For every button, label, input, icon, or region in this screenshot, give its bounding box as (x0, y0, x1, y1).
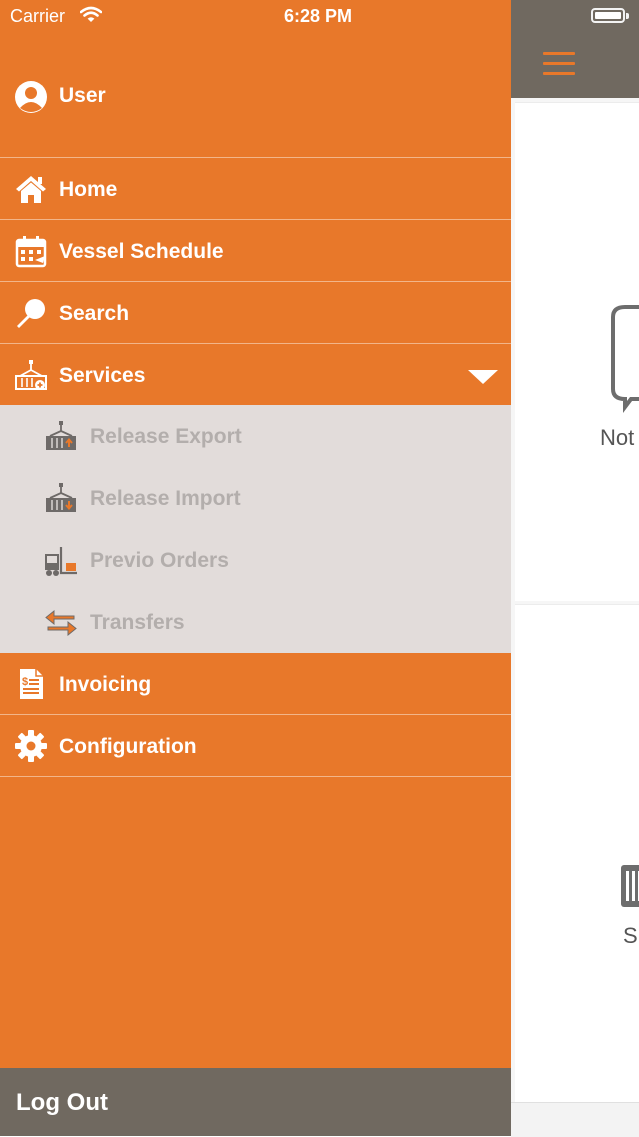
transfer-arrows-icon (45, 609, 77, 637)
card-label: Not (600, 425, 635, 450)
menu-item-label: Search (59, 302, 130, 325)
services-submenu: Release Export Release Import Previo Ord… (0, 405, 511, 653)
menu-item-label: Home (59, 178, 118, 201)
card-label: S (623, 923, 638, 948)
search-icon (17, 299, 45, 328)
user-profile-row[interactable]: User (0, 34, 511, 158)
invoice-icon: $ (20, 669, 43, 699)
crane-container-icon (15, 360, 47, 390)
carrier-label: Carrier (10, 6, 66, 26)
submenu-item-label: Release Import (90, 487, 241, 510)
user-circle-icon (15, 81, 47, 113)
menu-item-services[interactable]: Services (0, 344, 511, 406)
submenu-item-release-import[interactable]: Release Import (0, 467, 511, 529)
menu-item-configuration[interactable]: Configuration (0, 715, 511, 777)
status-bar: Carrier 6:28 PM (0, 0, 639, 34)
user-name: User (59, 84, 106, 107)
dashboard-card-notifications[interactable]: Not (515, 102, 639, 601)
forklift-icon (45, 547, 77, 576)
clock: 6:28 PM (284, 6, 353, 26)
gear-icon (15, 730, 47, 762)
submenu-item-release-export[interactable]: Release Export (0, 405, 511, 467)
menu-item-label: Services (59, 364, 146, 387)
menu-item-label: Invoicing (59, 673, 152, 696)
crane-import-icon (46, 483, 76, 512)
crane-export-icon (46, 421, 76, 450)
menu-item-label: Vessel Schedule (59, 240, 224, 263)
submenu-item-label: Previo Orders (90, 549, 229, 572)
submenu-item-transfers[interactable]: Transfers (0, 591, 511, 653)
logout-button[interactable]: Log Out (0, 1068, 511, 1136)
battery-icon (591, 8, 625, 23)
menu-item-invoicing[interactable]: $ Invoicing (0, 653, 511, 715)
svg-text:$: $ (22, 676, 28, 688)
hamburger-menu-icon[interactable] (543, 52, 577, 76)
submenu-item-label: Release Export (90, 425, 242, 448)
menu-item-label: Configuration (59, 735, 197, 758)
app-bottom-bar (511, 1102, 639, 1137)
menu-item-vessel-schedule[interactable]: Vessel Schedule (0, 220, 511, 282)
submenu-item-previo-orders[interactable]: Previo Orders (0, 529, 511, 591)
side-drawer: User Home Vessel Schedule Search Service… (0, 0, 511, 1136)
calendar-icon (15, 236, 47, 268)
submenu-item-label: Transfers (90, 611, 185, 634)
container-icon (621, 865, 639, 907)
menu-item-search[interactable]: Search (0, 282, 511, 344)
logout-label: Log Out (16, 1089, 108, 1116)
home-icon (16, 176, 46, 203)
battery-tip (626, 13, 629, 19)
speech-bubble-icon (611, 305, 639, 413)
dashboard-card-services[interactable]: S (515, 604, 639, 1103)
chevron-down-icon[interactable] (468, 370, 498, 384)
wifi-icon (80, 6, 102, 22)
menu-item-home[interactable]: Home (0, 158, 511, 220)
